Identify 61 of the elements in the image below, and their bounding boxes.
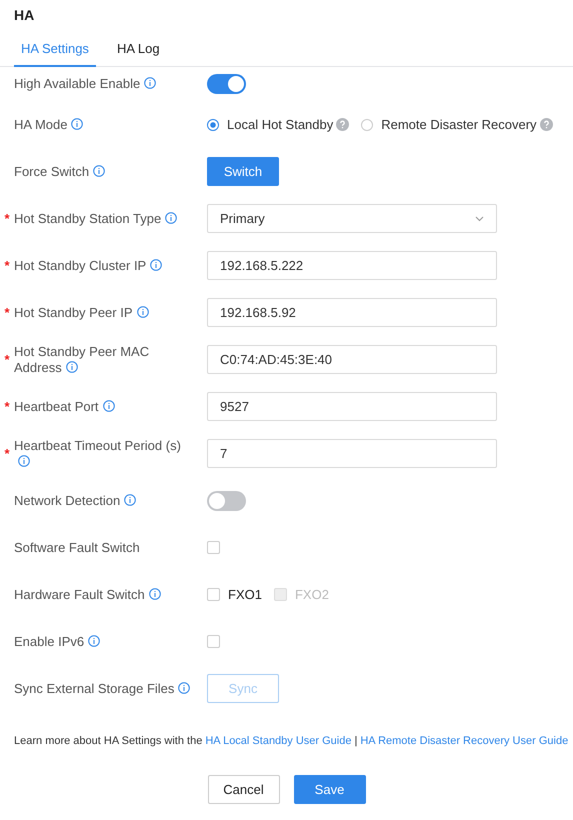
info-icon[interactable]	[144, 77, 156, 89]
info-icon[interactable]	[66, 360, 78, 372]
input-field[interactable]: C0:74:AD:45:3E:40	[207, 345, 497, 374]
field-label: High Available Enable	[14, 76, 194, 92]
required-mark: *	[3, 305, 11, 320]
required-mark: *	[3, 446, 11, 461]
info-icon[interactable]	[124, 494, 136, 506]
radio-button[interactable]	[361, 118, 374, 130]
input-field[interactable]: 9527	[207, 392, 497, 421]
chevron-down-icon	[475, 216, 484, 222]
help-icon[interactable]	[336, 118, 350, 131]
page-title: HA	[13, 6, 36, 25]
radio-label[interactable]: Remote Disaster Recovery	[381, 117, 537, 132]
checkbox-label[interactable]: FXO1	[228, 587, 262, 602]
field-label: Software Fault Switch	[14, 540, 141, 556]
radio-button[interactable]	[207, 118, 219, 130]
action-button[interactable]: Switch	[207, 157, 279, 186]
checkbox[interactable]	[207, 588, 220, 601]
input-field[interactable]: 192.168.5.222	[207, 251, 497, 280]
required-mark: *	[3, 352, 11, 367]
help-icon[interactable]	[540, 118, 553, 131]
info-icon[interactable]	[18, 454, 30, 466]
save-button[interactable]: Save	[294, 775, 366, 804]
toggle-switch[interactable]	[207, 490, 246, 510]
info-icon[interactable]	[136, 306, 149, 318]
field-label: Hot Standby Peer IP	[14, 304, 194, 320]
info-icon[interactable]	[148, 588, 161, 600]
field-label: Hardware Fault Switch	[14, 586, 194, 602]
field-label: Hot Standby Cluster IP	[14, 258, 194, 274]
info-icon[interactable]	[93, 164, 106, 176]
field-label: Heartbeat Timeout Period (s)	[14, 438, 194, 470]
toggle-switch[interactable]	[207, 74, 246, 94]
field-label: Network Detection	[14, 492, 194, 508]
tab[interactable]: HA Log	[110, 39, 167, 67]
required-mark: *	[3, 399, 11, 414]
field-label: Hot Standby Peer MAC Address	[14, 344, 150, 376]
info-icon[interactable]	[165, 212, 178, 224]
input-field[interactable]: 192.168.5.92	[207, 298, 497, 327]
info-icon[interactable]	[150, 258, 162, 270]
select-field[interactable]: Primary	[207, 204, 497, 233]
required-mark: *	[3, 258, 11, 273]
guide-link[interactable]: HA Local Standby User Guide	[205, 735, 352, 747]
tab[interactable]: HA Settings	[14, 39, 96, 67]
required-mark: *	[3, 211, 11, 226]
field-label: Force Switch	[14, 164, 194, 180]
info-icon[interactable]	[71, 118, 84, 130]
checkbox[interactable]	[207, 541, 220, 554]
checkbox[interactable]	[207, 635, 220, 648]
field-label: Heartbeat Port	[14, 398, 194, 414]
field-label: Enable IPv6	[14, 634, 194, 650]
field-label: HA Mode	[14, 116, 194, 132]
info-icon[interactable]	[102, 400, 115, 412]
guide-link[interactable]: HA Remote Disaster Recovery User Guide	[360, 735, 568, 747]
radio-label[interactable]: Local Hot Standby	[227, 117, 334, 132]
separator-text: |	[354, 735, 358, 747]
input-field[interactable]: 7	[207, 439, 497, 468]
field-label: Sync External Storage Files	[14, 680, 194, 696]
cancel-button[interactable]: Cancel	[208, 775, 280, 804]
field-label: Hot Standby Station Type	[14, 210, 194, 226]
info-icon[interactable]	[88, 634, 100, 646]
help-text: Learn more about HA Settings with the	[14, 735, 202, 747]
